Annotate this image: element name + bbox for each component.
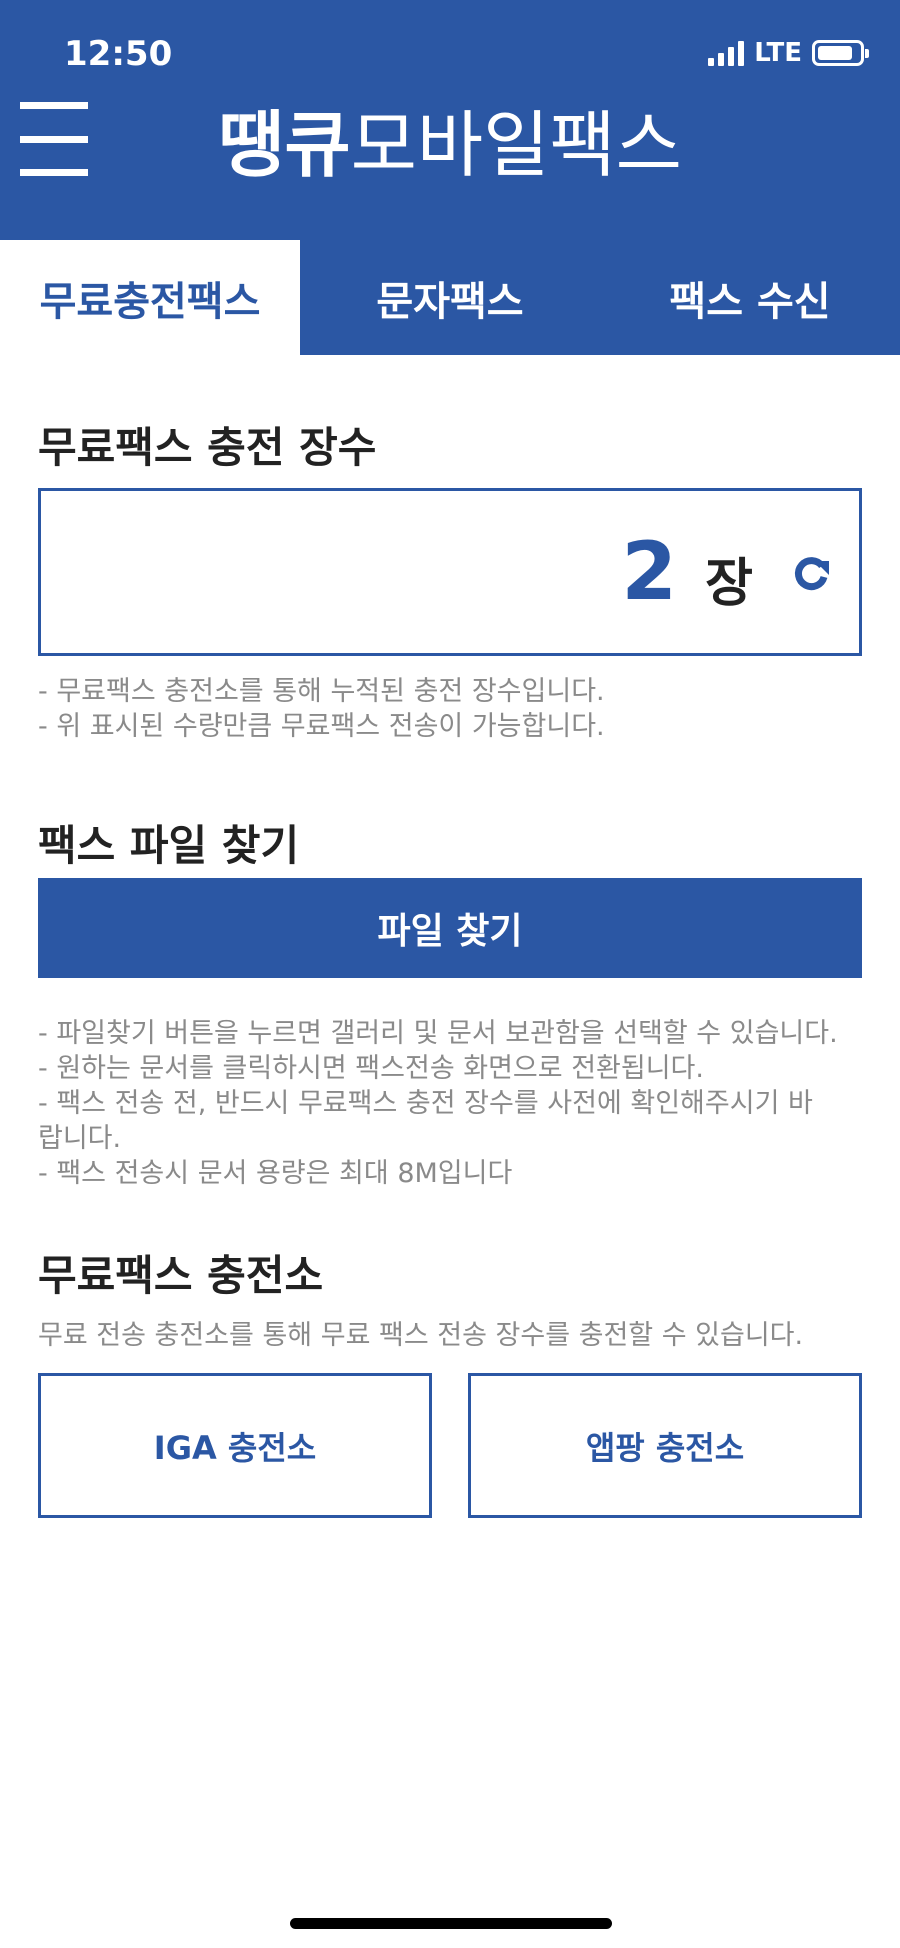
app-title: 땡큐모바일팩스 [0, 86, 900, 191]
refresh-icon[interactable] [791, 555, 831, 595]
status-indicators: LTE [708, 38, 869, 68]
charge-count-box: 2 장 [38, 488, 862, 656]
note-line: - 팩스 전송 전, 반드시 무료팩스 충전 장수를 사전에 확인해주시기 바 [38, 1088, 813, 1119]
battery-icon [812, 40, 869, 66]
tab-text-fax[interactable]: 문자팩스 [300, 240, 600, 355]
tab-free-charge-fax[interactable]: 무료충전팩스 [0, 240, 300, 355]
app-title-rest: 모바일팩스 [350, 103, 682, 187]
find-file-button[interactable]: 파일 찾기 [38, 878, 862, 978]
app-header: 12:50 LTE 땡큐모바일팩스 [0, 0, 900, 240]
note-line: - 위 표시된 수량만큼 무료팩스 전송이 가능합니다. [38, 711, 605, 742]
station-section-title: 무료팩스 충전소 [38, 1251, 324, 1300]
note-line: - 팩스 전송시 문서 용량은 최대 8M입니다 [38, 1158, 513, 1189]
file-section-title: 팩스 파일 찾기 [38, 821, 300, 870]
signal-icon [708, 40, 745, 66]
tab-fax-receive[interactable]: 팩스 수신 [600, 240, 900, 355]
home-indicator[interactable] [290, 1918, 612, 1929]
charge-count-value: 2 [621, 525, 677, 618]
iga-station-button[interactable]: IGA 충전소 [38, 1373, 432, 1518]
appang-station-button[interactable]: 앱팡 충전소 [468, 1373, 862, 1518]
note-line: - 파일찾기 버튼을 누르면 갤러리 및 문서 보관함을 선택할 수 있습니다. [38, 1018, 838, 1049]
note-line: 랍니다. [38, 1123, 122, 1154]
app-title-brand: 땡큐 [218, 103, 351, 187]
network-label: LTE [754, 38, 802, 68]
note-line: - 원하는 문서를 클릭하시면 팩스전송 화면으로 전환됩니다. [38, 1053, 704, 1084]
charge-notes: - 무료팩스 충전소를 통해 누적된 충전 장수입니다. - 위 표시된 수량만… [38, 674, 868, 744]
charge-count-unit: 장 [705, 554, 753, 614]
note-line: - 무료팩스 충전소를 통해 누적된 충전 장수입니다. [38, 676, 605, 707]
tab-bar: 무료충전팩스 문자팩스 팩스 수신 [0, 240, 900, 355]
file-notes: - 파일찾기 버튼을 누르면 갤러리 및 문서 보관함을 선택할 수 있습니다.… [38, 1016, 868, 1191]
charge-count-title: 무료팩스 충전 장수 [38, 423, 377, 472]
status-time: 12:50 [64, 34, 173, 74]
station-description: 무료 전송 충전소를 통해 무료 팩스 전송 장수를 충전할 수 있습니다. [38, 1320, 804, 1351]
